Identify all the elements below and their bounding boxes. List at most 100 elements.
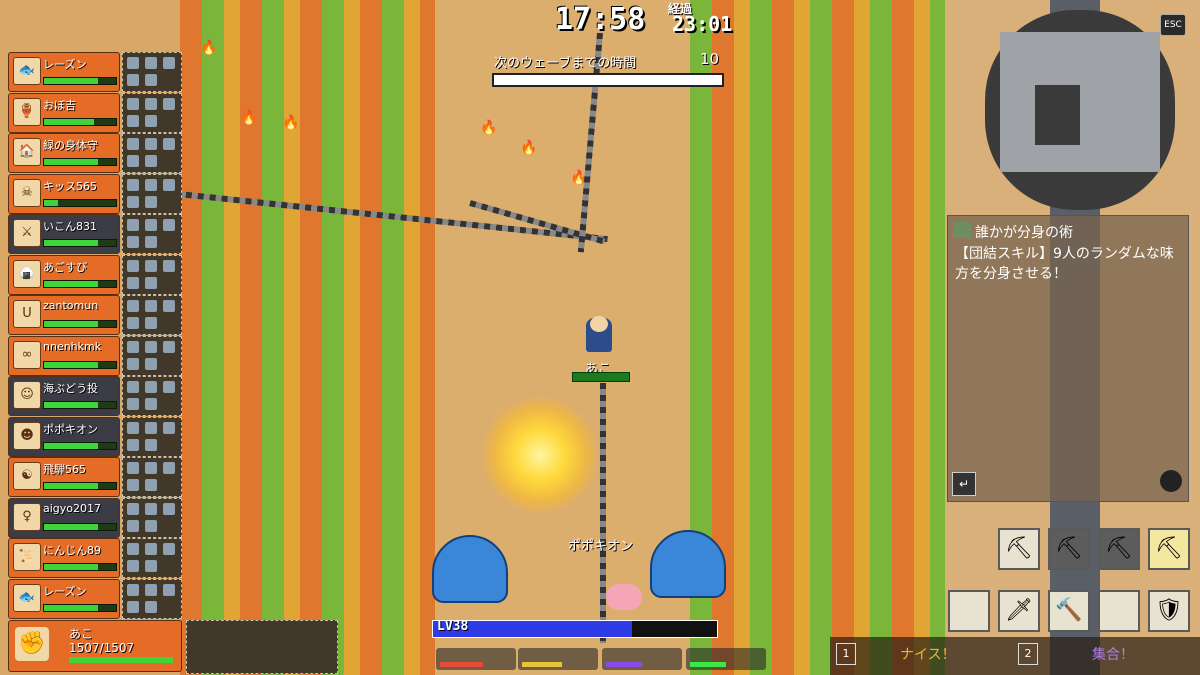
weapon-slot-8[interactable]: [1098, 590, 1140, 632]
fish-icon: 🐟: [13, 583, 41, 612]
party-member-row: 🍙 あごすび: [8, 254, 182, 295]
party-member-name: にんじん89: [43, 544, 101, 557]
party-member-card: ☠ キッス565: [8, 173, 120, 214]
party-member-items: [122, 295, 182, 335]
weapon-slot-3[interactable]: ⛏: [1098, 528, 1140, 570]
party-member-items: [122, 578, 182, 619]
party-member-row: 🐟 レーズン: [8, 52, 182, 92]
fire-icon: 🔥: [520, 140, 538, 156]
shield-icon: 🛡: [1155, 598, 1183, 623]
survival-timer: 17:58: [555, 2, 646, 37]
rice-ball-icon: 🍙: [13, 259, 41, 288]
skill-cooldown-3: [602, 648, 682, 670]
party-member-items: [122, 214, 182, 254]
pickaxe-icon: ⛏: [1005, 536, 1033, 561]
party-member-card: ☯ 飛騨565: [8, 457, 120, 497]
my-name: あこ: [69, 627, 94, 641]
party-member-row: 📜 にんじん89: [8, 538, 182, 578]
weapon-slot-1[interactable]: ⛏: [998, 528, 1040, 570]
house-icon: 🏠: [13, 138, 41, 166]
next-wave-label: 次のウェーブまでの時間: [494, 56, 637, 71]
party-member-hp-bar: [43, 77, 117, 85]
blue-ghost-enemy: [432, 535, 508, 603]
chain-weapon: [600, 383, 606, 643]
party-member-name: おぼ吉: [43, 98, 76, 112]
party-member-name: ポポキオン: [43, 422, 98, 436]
explosion-effect: [480, 395, 600, 515]
ally-character-name: ポポキオン: [568, 539, 634, 554]
monk-icon: ☺: [13, 381, 41, 409]
weapon-slot-5[interactable]: [948, 590, 990, 632]
party-member-hp-bar: [43, 522, 117, 531]
party-member-card: 🏠 緑の身体守: [8, 133, 120, 173]
player-character-head: [590, 316, 608, 332]
weapon-slot-6[interactable]: 🗡: [998, 590, 1040, 632]
party-member-items: [122, 335, 182, 376]
weapon-slot-7[interactable]: 🔨: [1048, 590, 1090, 632]
party-member-items: [122, 92, 182, 133]
party-member-items: [122, 254, 182, 295]
hat-icon: [690, 662, 726, 667]
girl-icon: ♀: [13, 502, 41, 531]
party-member-hp-bar: [43, 158, 117, 166]
warrior-icon: ⚔: [13, 219, 41, 247]
party-member-hp-bar: [43, 239, 117, 247]
party-member-name: aigyo2017: [43, 501, 102, 515]
party-member-row: 🏺 おぼ吉: [8, 92, 182, 133]
message-log-body: 【団結スキル】9人のランダムな味方を分身させる！: [955, 246, 1174, 282]
my-item-slots: [186, 620, 338, 674]
party-member-hp-bar: [43, 320, 117, 328]
pickaxe-icon: ⛏: [1105, 536, 1133, 561]
sword-icon: 🗡: [1005, 598, 1033, 623]
party-member-card: ♀ aigyo2017: [8, 497, 120, 538]
log-toggle-button[interactable]: [1160, 470, 1182, 492]
party-member-card: ☺ 海ぶどう投: [8, 376, 120, 416]
weapon-slot-2[interactable]: ⛏: [1048, 528, 1090, 570]
fire-icon: 🔥: [240, 110, 258, 126]
party-member-name: 飛騨565: [43, 463, 86, 476]
rope-icon: ∞: [13, 340, 41, 369]
next-wave-seconds: 10: [700, 50, 720, 68]
stamp-button-2[interactable]: 集合！: [1092, 644, 1134, 664]
weapon-slot-9[interactable]: 🛡: [1148, 590, 1190, 632]
esc-button[interactable]: ESC: [1160, 14, 1186, 36]
skull-jar-icon: ☠: [13, 178, 41, 207]
fish-icon: 🐟: [13, 57, 41, 85]
party-member-row: Uzantomun: [8, 295, 182, 335]
party-member-hp-bar: [43, 603, 117, 612]
pickaxe-icon: ⛏: [1055, 536, 1083, 561]
party-member-row: ☻ ポポキオン: [8, 416, 182, 457]
party-member-hp-bar: [43, 401, 117, 409]
pickaxe-icon: ⛏: [1155, 536, 1183, 561]
skill-cooldown-4: [686, 648, 766, 670]
party-member-name: zantomun: [43, 299, 99, 312]
level-exp-bar: [432, 620, 718, 638]
chat-enter-button[interactable]: ↵: [952, 472, 976, 496]
party-member-items: [122, 538, 182, 578]
skill-cooldown-1: [436, 648, 516, 670]
party-member-items: [122, 173, 182, 214]
party-member-card: 🐟 レーズン: [8, 52, 120, 92]
stamp-button-1[interactable]: ナイス！: [900, 644, 956, 664]
my-hp-text: 1507/1507: [69, 641, 135, 655]
message-log-title: 誰かが分身の術: [975, 225, 1073, 241]
party-member-name: あごすび: [43, 260, 88, 274]
party-member-hp-bar: [43, 360, 117, 369]
party-member-name: nnenhkmk: [43, 339, 102, 353]
elapsed-time: 23:01: [672, 12, 733, 36]
stamp-key-2[interactable]: 2: [1018, 643, 1038, 665]
party-member-name: レーズン: [43, 58, 87, 71]
party-member-row: ♀ aigyo2017: [8, 497, 182, 538]
party-member-row: ∞ nnenhkmk: [8, 335, 182, 376]
party-member-items: [122, 133, 182, 173]
stamp-key-1[interactable]: 1: [836, 643, 856, 665]
hat-icon: [522, 662, 562, 667]
level-label: LV38: [437, 619, 469, 634]
weapon-slot-4[interactable]: ⛏: [1148, 528, 1190, 570]
party-member-name: いこん831: [43, 220, 97, 233]
party-member-hp-bar: [43, 279, 117, 288]
baby-icon: ☻: [13, 421, 41, 450]
minimap-terrain: [1000, 32, 1160, 172]
party-member-card: ∞ nnenhkmk: [8, 335, 120, 376]
my-status-panel: ✊ あこ 1507/1507: [8, 620, 182, 672]
